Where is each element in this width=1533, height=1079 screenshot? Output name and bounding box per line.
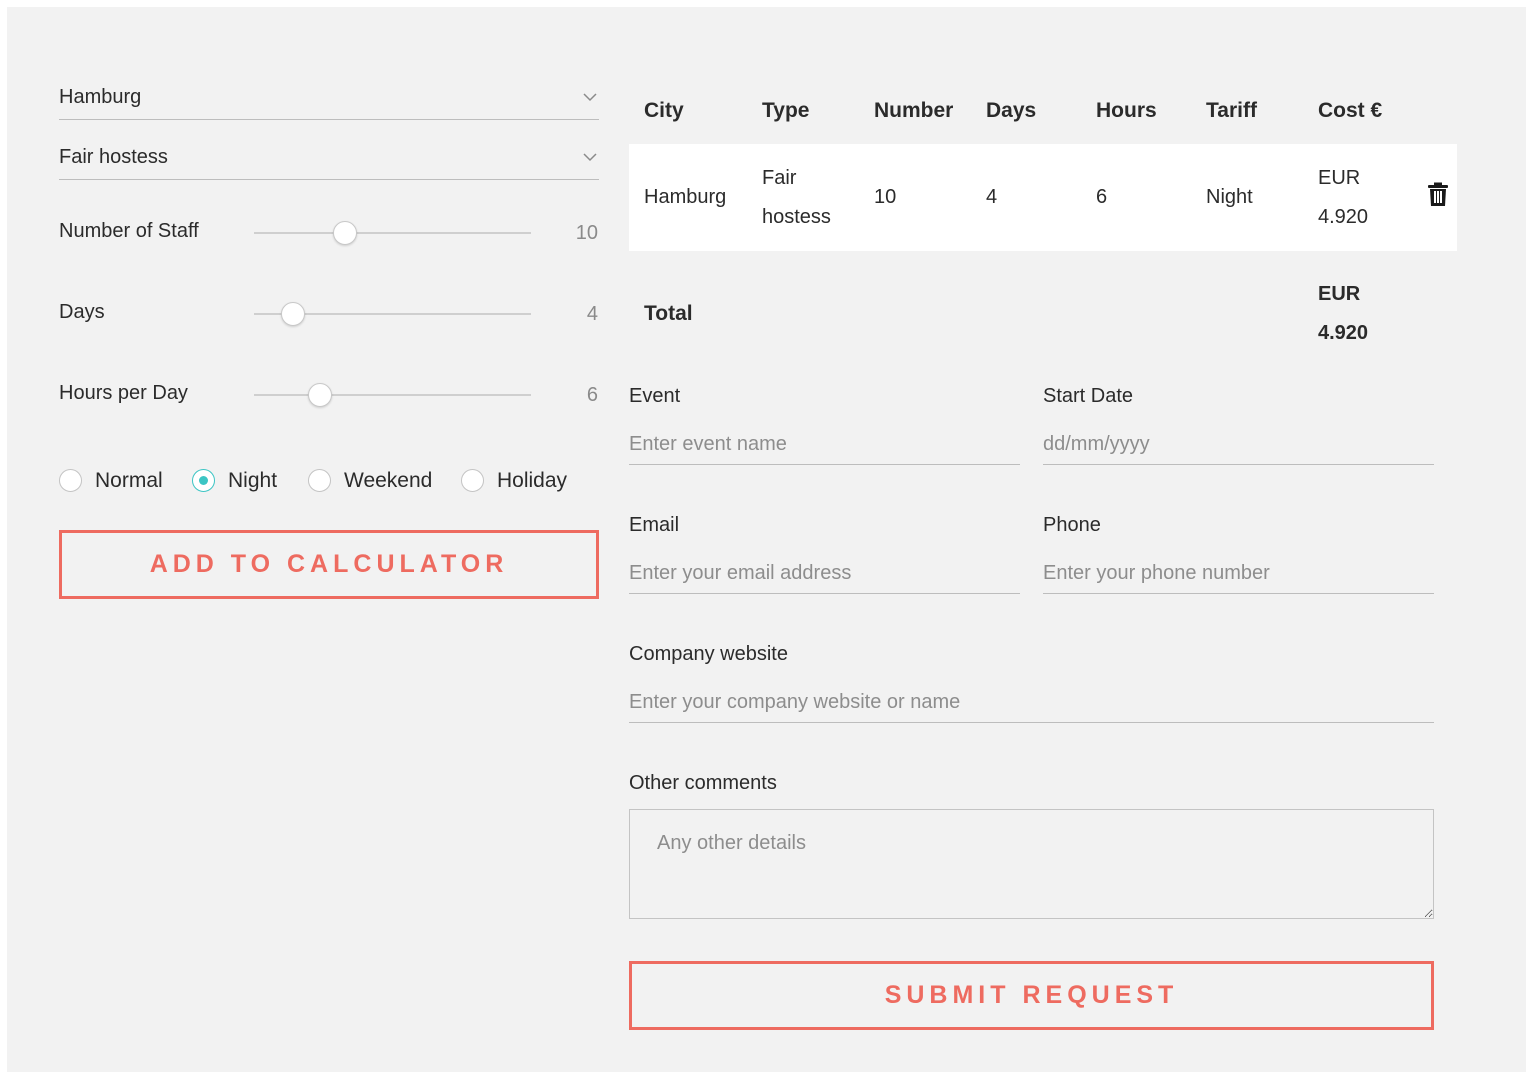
staff-count-value: 10 bbox=[575, 222, 598, 244]
radio-button[interactable] bbox=[308, 469, 331, 492]
cell-type-line1: Fair bbox=[762, 167, 797, 189]
col-header-type: Type bbox=[762, 99, 810, 122]
col-header-cost: Cost € bbox=[1318, 99, 1383, 122]
phone-input[interactable] bbox=[1043, 554, 1434, 594]
chevron-down-icon bbox=[583, 153, 597, 162]
event-label: Event bbox=[629, 385, 681, 407]
days-value: 4 bbox=[586, 303, 598, 325]
trash-icon[interactable] bbox=[1427, 182, 1449, 207]
staff-count-slider-handle[interactable] bbox=[333, 221, 358, 245]
city-select-value: Hamburg bbox=[59, 86, 142, 108]
email-label: Email bbox=[629, 514, 680, 536]
website-input[interactable] bbox=[629, 683, 1434, 723]
cell-hours: 6 bbox=[1096, 186, 1108, 208]
add-to-calculator-button[interactable]: ADD TO CALCULATOR bbox=[59, 530, 599, 599]
col-header-city: City bbox=[644, 99, 684, 122]
chevron-down-icon bbox=[583, 93, 597, 102]
cell-number: 10 bbox=[874, 186, 897, 208]
comments-textarea[interactable] bbox=[629, 809, 1434, 919]
cell-cost-amount: 4.920 bbox=[1318, 206, 1369, 228]
radio-button[interactable] bbox=[59, 469, 82, 492]
total-label: Total bbox=[644, 302, 693, 325]
comments-label: Other comments bbox=[629, 772, 777, 794]
tariff-weekend-label: Weekend bbox=[344, 469, 433, 492]
col-header-days: Days bbox=[986, 99, 1037, 122]
days-slider-row: Days 4 bbox=[59, 293, 599, 333]
start-date-input[interactable] bbox=[1043, 425, 1434, 465]
hours-slider-handle[interactable] bbox=[308, 383, 333, 407]
staff-count-slider-row: Number of Staff 10 bbox=[59, 212, 599, 252]
cell-type-line2: hostess bbox=[762, 206, 831, 228]
tariff-normal-label: Normal bbox=[95, 469, 163, 492]
cell-tariff: Night bbox=[1206, 186, 1253, 208]
col-header-hours: Hours bbox=[1096, 99, 1157, 122]
staff-type-select[interactable]: Fair hostess bbox=[59, 140, 599, 180]
start-date-label: Start Date bbox=[1043, 385, 1134, 407]
event-input[interactable] bbox=[629, 425, 1020, 465]
tariff-radio-group: Normal Night Weekend Holiday bbox=[59, 465, 599, 497]
submit-request-button[interactable]: SUBMIT REQUEST bbox=[629, 961, 1434, 1030]
city-select[interactable]: Hamburg bbox=[59, 80, 599, 120]
col-header-number: Number bbox=[874, 99, 954, 122]
days-slider-handle[interactable] bbox=[280, 302, 305, 326]
cell-cost-currency: EUR bbox=[1318, 167, 1361, 189]
phone-label: Phone bbox=[1043, 514, 1101, 536]
hours-slider-row: Hours per Day 6 bbox=[59, 374, 599, 414]
staff-count-track[interactable] bbox=[254, 232, 531, 234]
hours-value: 6 bbox=[586, 384, 598, 406]
col-header-tariff: Tariff bbox=[1206, 99, 1257, 122]
cell-city: Hamburg bbox=[644, 186, 727, 208]
cell-days: 4 bbox=[986, 186, 998, 208]
email-input[interactable] bbox=[629, 554, 1020, 594]
days-label: Days bbox=[59, 301, 105, 323]
hours-label: Hours per Day bbox=[59, 382, 188, 404]
staff-type-select-value: Fair hostess bbox=[59, 146, 168, 168]
staff-count-label: Number of Staff bbox=[59, 220, 199, 242]
radio-button[interactable] bbox=[461, 469, 484, 492]
tariff-night-label: Night bbox=[228, 469, 278, 492]
calculator-panel: Hamburg Fair hostess Number of Staff 10 … bbox=[7, 7, 1526, 1072]
radio-button[interactable] bbox=[192, 469, 215, 492]
total-amount: 4.920 bbox=[1318, 322, 1369, 344]
tariff-holiday-label: Holiday bbox=[497, 469, 568, 492]
website-label: Company website bbox=[629, 643, 788, 665]
hours-track[interactable] bbox=[254, 394, 531, 396]
total-currency: EUR bbox=[1318, 283, 1361, 305]
